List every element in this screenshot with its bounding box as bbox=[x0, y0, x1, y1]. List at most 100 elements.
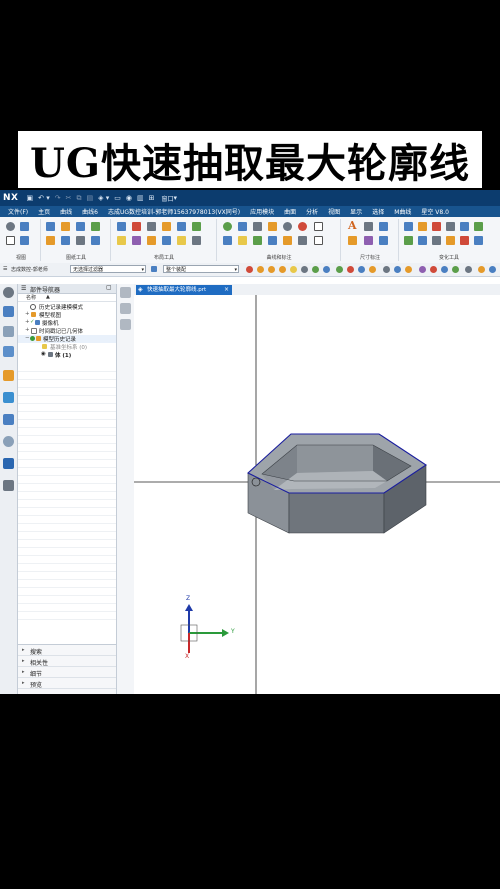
palette-icon[interactable] bbox=[3, 414, 14, 425]
redo-icon[interactable]: ↷ bbox=[55, 194, 61, 202]
menu-display[interactable]: 显示 bbox=[345, 207, 367, 216]
new-drawing-icon[interactable] bbox=[46, 222, 55, 231]
sheet-add-icon[interactable] bbox=[91, 222, 100, 231]
spline-icon[interactable] bbox=[268, 222, 277, 231]
reuse-library-icon[interactable] bbox=[3, 370, 14, 381]
mirror-icon[interactable] bbox=[432, 222, 441, 231]
table-icon[interactable] bbox=[76, 236, 85, 245]
hexagonal-part[interactable] bbox=[247, 433, 427, 534]
panel-search[interactable]: ▸ 搜索 bbox=[18, 645, 116, 656]
menu-surface[interactable]: 曲面 bbox=[279, 207, 301, 216]
end-point-icon[interactable] bbox=[268, 266, 275, 273]
collapse-icon[interactable]: − bbox=[25, 335, 30, 341]
tree-row-history-mode[interactable]: 历史记录建模模式 bbox=[18, 303, 116, 311]
eye-icon[interactable]: ◉ bbox=[41, 351, 46, 357]
bounded-grid-icon[interactable] bbox=[369, 266, 376, 273]
lighting-icon[interactable] bbox=[177, 236, 186, 245]
expand-icon[interactable]: + bbox=[25, 327, 30, 333]
more-tools-icon[interactable] bbox=[474, 236, 483, 245]
wireframe-icon[interactable] bbox=[162, 236, 171, 245]
snap-point-icon[interactable] bbox=[257, 266, 264, 273]
mid-point-icon[interactable] bbox=[279, 266, 286, 273]
fit-icon[interactable] bbox=[120, 303, 131, 314]
window-dropdown-icon[interactable]: ▾ bbox=[173, 194, 177, 202]
undo-icon[interactable]: ↶ ▾ bbox=[38, 194, 50, 202]
extract-curve-icon[interactable] bbox=[268, 236, 277, 245]
tree-row-model-history[interactable]: − 模型历史记录 bbox=[18, 335, 116, 343]
copy-object-icon[interactable] bbox=[418, 222, 427, 231]
quadrant-point-icon[interactable] bbox=[323, 266, 330, 273]
text-icon[interactable] bbox=[314, 222, 323, 231]
save-icon[interactable]: ▣ bbox=[26, 194, 33, 202]
expand-icon[interactable]: + bbox=[25, 311, 30, 317]
pin-icon[interactable]: ▢ bbox=[106, 284, 112, 291]
menu-home[interactable]: 主页 bbox=[33, 207, 55, 216]
quick-pick-icon[interactable] bbox=[441, 266, 448, 273]
panel-preview[interactable]: ▸ 预览 bbox=[18, 678, 116, 689]
menu-starsky[interactable]: 星空 V8.0 bbox=[416, 207, 454, 216]
menu-custom-training[interactable]: 志成UG数控培训-郭老师15637978013(VX同号) bbox=[103, 207, 245, 216]
annotation-a-icon[interactable]: A bbox=[348, 219, 357, 232]
sort-icon[interactable]: ▲ bbox=[46, 294, 50, 300]
array-icon[interactable] bbox=[474, 222, 483, 231]
type-filter-dropdown[interactable]: 无选择过滤器 ▾ bbox=[70, 265, 146, 273]
arc-center-icon[interactable] bbox=[312, 266, 319, 273]
tree-row-body[interactable]: ◉ 体 (1) bbox=[18, 351, 116, 359]
position-icon[interactable] bbox=[432, 236, 441, 245]
menu-curve[interactable]: 曲线 bbox=[55, 207, 77, 216]
angle-dimension-icon[interactable] bbox=[364, 236, 373, 245]
scale-icon[interactable] bbox=[446, 222, 455, 231]
part-navigator-icon[interactable] bbox=[3, 306, 14, 317]
stop-icon[interactable] bbox=[246, 266, 253, 273]
show-hide-icon[interactable] bbox=[478, 266, 485, 273]
constraint-navigator-icon[interactable] bbox=[3, 346, 14, 357]
edit-curve-icon[interactable] bbox=[314, 236, 323, 245]
selection-intent-icon[interactable] bbox=[419, 266, 426, 273]
menu-icon[interactable]: ☰ bbox=[3, 266, 7, 272]
pole-icon[interactable] bbox=[383, 266, 390, 273]
move-object-icon[interactable] bbox=[404, 222, 413, 231]
reset-snap-icon[interactable] bbox=[405, 266, 412, 273]
selection-scope-dropdown[interactable]: 整个装配 ▾ bbox=[163, 265, 239, 273]
gear-icon[interactable] bbox=[3, 287, 14, 298]
offset-curve-icon[interactable] bbox=[223, 236, 232, 245]
menu-file[interactable]: 文件(F) bbox=[0, 207, 33, 216]
menu-view[interactable]: 视图 bbox=[323, 207, 345, 216]
role-icon[interactable] bbox=[3, 458, 14, 469]
delete-icon[interactable] bbox=[460, 236, 469, 245]
cut-icon[interactable]: ✂ bbox=[66, 194, 72, 202]
tree-row-datum-csys[interactable]: 基准坐标系 (0) bbox=[18, 343, 116, 351]
cube-view-icon[interactable] bbox=[120, 287, 131, 298]
section-view-icon[interactable] bbox=[147, 222, 156, 231]
more-selection-icon[interactable] bbox=[465, 266, 472, 273]
symbol-icon[interactable] bbox=[379, 222, 388, 231]
intersection-point-icon[interactable] bbox=[301, 266, 308, 273]
web-browser-icon[interactable] bbox=[3, 392, 14, 403]
gear-icon[interactable] bbox=[6, 222, 15, 231]
tree-row-cameras[interactable]: + ✓ 摄像机 bbox=[18, 319, 116, 327]
break-view-icon[interactable] bbox=[177, 222, 186, 231]
projected-view-icon[interactable] bbox=[132, 222, 141, 231]
snap-icon[interactable] bbox=[446, 236, 455, 245]
sheet-icon[interactable] bbox=[76, 222, 85, 231]
window-icon[interactable]: ⊞ bbox=[149, 194, 155, 202]
open-drawing-icon[interactable] bbox=[61, 222, 70, 231]
checkmark-icon[interactable]: ✓ bbox=[30, 319, 35, 325]
zoom-icon[interactable] bbox=[120, 319, 131, 330]
view-style-icon[interactable] bbox=[192, 236, 201, 245]
bridge-curve-icon[interactable] bbox=[283, 236, 292, 245]
tree-row-timestamp-geometry[interactable]: + 时间戳记已几何体 bbox=[18, 327, 116, 335]
border-icon[interactable] bbox=[61, 236, 70, 245]
hidden-line-icon[interactable] bbox=[147, 236, 156, 245]
paste-icon[interactable]: ▤ bbox=[86, 194, 93, 202]
align-icon[interactable] bbox=[418, 236, 427, 245]
rotate-icon[interactable] bbox=[460, 222, 469, 231]
panel-details[interactable]: ▸ 细节 bbox=[18, 667, 116, 678]
repeat-command-icon[interactable]: ◈ ▾ bbox=[98, 194, 109, 202]
menu-analysis[interactable]: 分析 bbox=[301, 207, 323, 216]
arc-icon[interactable] bbox=[253, 222, 262, 231]
graphics-window[interactable]: Z Y X bbox=[134, 295, 500, 694]
menu-select[interactable]: 选择 bbox=[367, 207, 389, 216]
line-icon[interactable] bbox=[238, 222, 247, 231]
history-icon[interactable] bbox=[3, 436, 14, 447]
